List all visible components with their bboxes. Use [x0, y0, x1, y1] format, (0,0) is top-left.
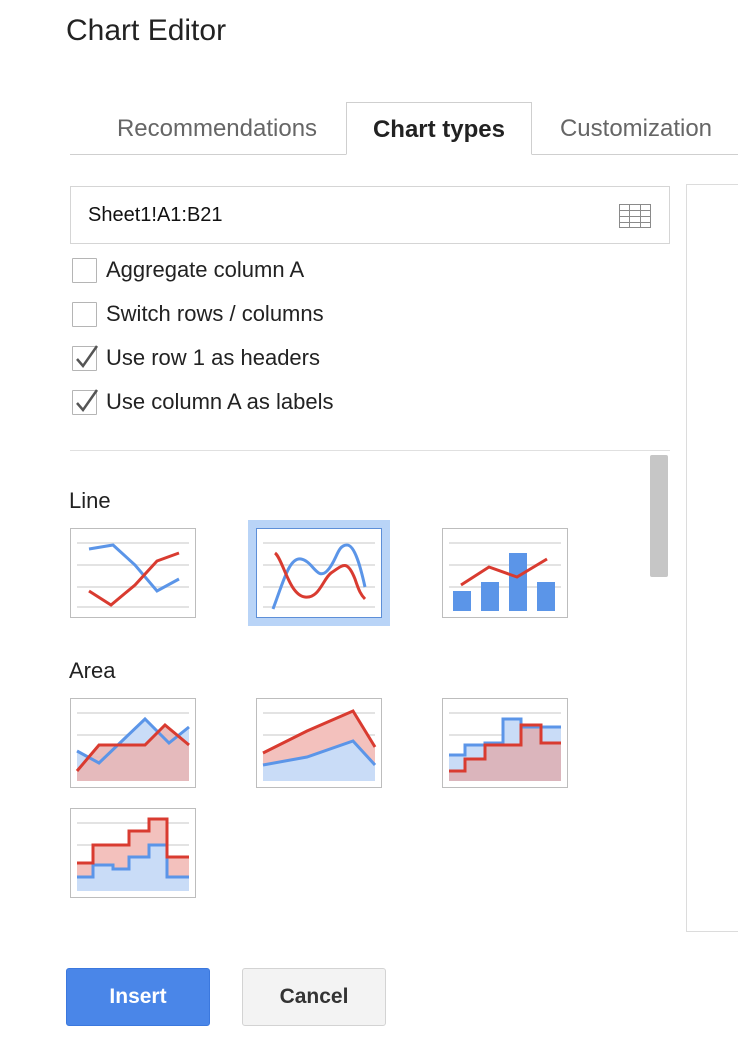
scrollbar-thumb[interactable]	[650, 455, 668, 577]
checkbox[interactable]	[72, 344, 99, 371]
area-chart-icon[interactable]	[70, 698, 196, 788]
option-label: Use column A as labels	[106, 389, 334, 414]
section-label-line: Line	[69, 488, 111, 513]
chart-preview-panel	[686, 184, 738, 932]
tab-customization[interactable]: Customization	[536, 102, 736, 155]
stacked-stepped-area-chart-icon[interactable]	[70, 808, 196, 898]
checkmark-icon	[76, 388, 99, 412]
insert-button[interactable]: Insert	[66, 968, 210, 1026]
option-use-row-1-as-headers[interactable]: Use row 1 as headers	[72, 344, 320, 372]
checkbox[interactable]	[72, 388, 99, 415]
option-aggregate-column-a[interactable]: Aggregate column A	[72, 256, 304, 284]
stepped-area-chart-icon[interactable]	[442, 698, 568, 788]
smooth-line-chart-icon[interactable]	[248, 520, 390, 626]
option-label: Use row 1 as headers	[106, 345, 320, 370]
data-range-field[interactable]: Sheet1!A1:B21	[70, 186, 670, 244]
divider	[70, 450, 670, 451]
checkbox[interactable]	[72, 257, 97, 283]
cancel-button[interactable]: Cancel	[242, 968, 386, 1026]
option-label: Switch rows / columns	[106, 301, 324, 326]
grid-icon[interactable]	[619, 204, 651, 228]
checkbox[interactable]	[72, 301, 97, 327]
option-switch-rows-columns[interactable]: Switch rows / columns	[72, 300, 324, 328]
smooth-line-chart-frame	[256, 528, 382, 618]
tab-recommendations[interactable]: Recommendations	[92, 102, 342, 155]
checkmark-icon	[76, 344, 99, 368]
option-label: Aggregate column A	[106, 257, 305, 282]
tab-chart-types[interactable]: Chart types	[346, 102, 532, 155]
stacked-area-chart-icon[interactable]	[256, 698, 382, 788]
section-label-area: Area	[69, 658, 116, 683]
combo-chart-icon[interactable]	[442, 528, 568, 618]
option-use-column-a-as-labels[interactable]: Use column A as labels	[72, 388, 333, 416]
line-chart-icon[interactable]	[70, 528, 196, 618]
dialog-title: Chart Editor	[66, 14, 227, 47]
data-range-value: Sheet1!A1:B21	[88, 204, 223, 226]
